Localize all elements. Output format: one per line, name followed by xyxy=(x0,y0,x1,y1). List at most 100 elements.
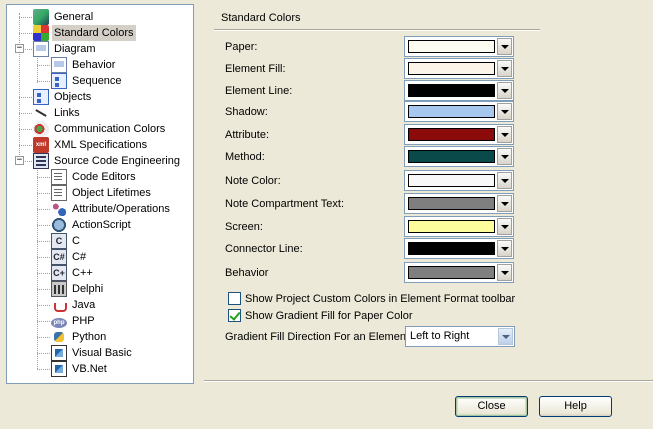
tree-item-label: C++ xyxy=(72,267,93,279)
tree-item-code-editors[interactable]: Code Editors xyxy=(51,169,138,185)
color-picker[interactable] xyxy=(404,80,514,101)
tree-item-general[interactable]: General xyxy=(33,9,95,25)
checkbox-box[interactable] xyxy=(228,292,241,305)
color-picker[interactable] xyxy=(404,238,514,259)
tree-item-label: Objects xyxy=(54,91,92,103)
dropdown-arrow-icon[interactable] xyxy=(497,126,512,143)
tree-item-delphi[interactable]: Delphi xyxy=(51,281,105,297)
tree-item-xml[interactable]: xml XML Specifications xyxy=(33,137,149,153)
source-code-icon xyxy=(33,153,49,169)
tree-item-behavior[interactable]: Behavior xyxy=(51,57,117,73)
tree-item-label: Code Editors xyxy=(72,171,136,183)
dropdown-arrow-icon[interactable] xyxy=(497,60,512,77)
tree-guide-line xyxy=(37,321,50,322)
object-lifetimes-icon xyxy=(51,185,67,201)
tree-item-standard-colors[interactable]: Standard Colors xyxy=(33,25,136,41)
tree-guide-line xyxy=(37,81,50,82)
tree-item-visual-basic[interactable]: Visual Basic xyxy=(51,345,134,361)
color-label: Paper: xyxy=(225,41,258,53)
tree-item-source-code[interactable]: Source Code Engineering xyxy=(33,153,182,169)
tree-item-label: Attribute/Operations xyxy=(72,203,170,215)
color-swatch xyxy=(408,84,495,97)
tree-item-communication-colors[interactable]: Communication Colors xyxy=(33,121,167,137)
dropdown-arrow-icon[interactable] xyxy=(497,172,512,189)
color-picker[interactable] xyxy=(404,124,514,145)
tree-guide-line xyxy=(37,273,50,274)
tree-item-label: VB.Net xyxy=(72,363,107,375)
color-picker[interactable] xyxy=(404,262,514,283)
color-label: Element Fill: xyxy=(225,63,286,75)
tree-item-sequence[interactable]: Sequence xyxy=(51,73,124,89)
close-button[interactable]: Close xyxy=(455,396,528,417)
dropdown-arrow-icon[interactable] xyxy=(497,148,512,165)
dropdown-arrow-icon[interactable] xyxy=(497,103,512,120)
color-picker[interactable] xyxy=(404,193,514,214)
dropdown-arrow-icon[interactable] xyxy=(497,218,512,235)
links-icon xyxy=(33,105,49,121)
tree-item-vbnet[interactable]: VB.Net xyxy=(51,361,109,377)
actionscript-icon xyxy=(51,217,67,233)
tree-item-label: Behavior xyxy=(72,59,116,71)
tree-item-links[interactable]: Links xyxy=(33,105,82,121)
c-icon: C xyxy=(51,233,67,249)
checkbox-box[interactable] xyxy=(228,309,241,322)
delphi-icon xyxy=(51,281,67,297)
tree-item-actionscript[interactable]: ActionScript xyxy=(51,217,133,233)
diagram-icon xyxy=(33,41,49,57)
tree-item-csharp[interactable]: C# C# xyxy=(51,249,88,265)
tree-item-label: Object Lifetimes xyxy=(72,187,151,199)
visual-basic-icon xyxy=(51,345,67,361)
tree-item-objects[interactable]: Objects xyxy=(33,89,93,105)
checkbox-label: Show Gradient Fill for Paper Color xyxy=(245,309,413,322)
color-picker[interactable] xyxy=(404,216,514,237)
dropdown-arrow-icon[interactable] xyxy=(497,195,512,212)
color-swatch xyxy=(408,266,495,279)
collapse-toggle-icon[interactable]: − xyxy=(15,44,24,53)
color-label: Element Line: xyxy=(225,85,293,97)
tree-item-java[interactable]: Java xyxy=(51,297,97,313)
color-picker[interactable] xyxy=(404,58,514,79)
tree-guide-line xyxy=(19,129,32,130)
tree-item-cpp[interactable]: C+ C++ xyxy=(51,265,95,281)
section-title: Standard Colors xyxy=(221,12,301,24)
color-label: Method: xyxy=(225,151,265,163)
tree-item-attribute-operations[interactable]: Attribute/Operations xyxy=(51,201,172,217)
footer-divider xyxy=(204,380,653,382)
tree-item-label: PHP xyxy=(72,315,95,327)
tree-item-php[interactable]: php PHP xyxy=(51,313,97,329)
tree-item-c[interactable]: CC xyxy=(51,233,82,249)
color-swatch xyxy=(408,174,495,187)
tree-guide-line xyxy=(37,305,50,306)
color-label: Note Color: xyxy=(225,175,281,187)
tree-item-label: Standard Colors xyxy=(52,25,136,41)
collapse-toggle-icon[interactable]: − xyxy=(15,156,24,165)
gradient-direction-select[interactable]: Left to Right xyxy=(405,326,515,347)
dropdown-arrow-icon[interactable] xyxy=(497,264,512,281)
tree-item-diagram[interactable]: Diagram xyxy=(33,41,98,57)
dropdown-arrow-icon[interactable] xyxy=(498,328,513,345)
tree-guide-line xyxy=(37,65,50,66)
tree-guide-line xyxy=(37,337,50,338)
dropdown-arrow-icon[interactable] xyxy=(497,38,512,55)
options-tree[interactable]: General Standard Colors − Diagram Behavior Se… xyxy=(6,4,194,384)
xml-icon: xml xyxy=(33,137,49,153)
dropdown-arrow-icon[interactable] xyxy=(497,240,512,257)
color-picker[interactable] xyxy=(404,146,514,167)
tree-guide-line xyxy=(19,17,32,18)
show-custom-colors-checkbox[interactable]: Show Project Custom Colors in Element Fo… xyxy=(228,292,515,305)
color-label: Behavior xyxy=(225,267,269,279)
tree-guide-line xyxy=(19,145,32,146)
color-swatch xyxy=(408,150,495,163)
color-picker[interactable] xyxy=(404,170,514,191)
color-picker[interactable] xyxy=(404,36,514,57)
java-icon xyxy=(51,297,67,313)
standard-colors-icon xyxy=(33,25,49,41)
tree-item-python[interactable]: Python xyxy=(51,329,108,345)
tree-item-label: Links xyxy=(54,107,80,119)
color-picker[interactable] xyxy=(404,101,514,122)
dropdown-arrow-icon[interactable] xyxy=(497,82,512,99)
tree-item-object-lifetimes[interactable]: Object Lifetimes xyxy=(51,185,153,201)
show-gradient-fill-checkbox[interactable]: Show Gradient Fill for Paper Color xyxy=(228,309,413,322)
help-button[interactable]: Help xyxy=(539,396,612,417)
color-label: Screen: xyxy=(225,221,263,233)
